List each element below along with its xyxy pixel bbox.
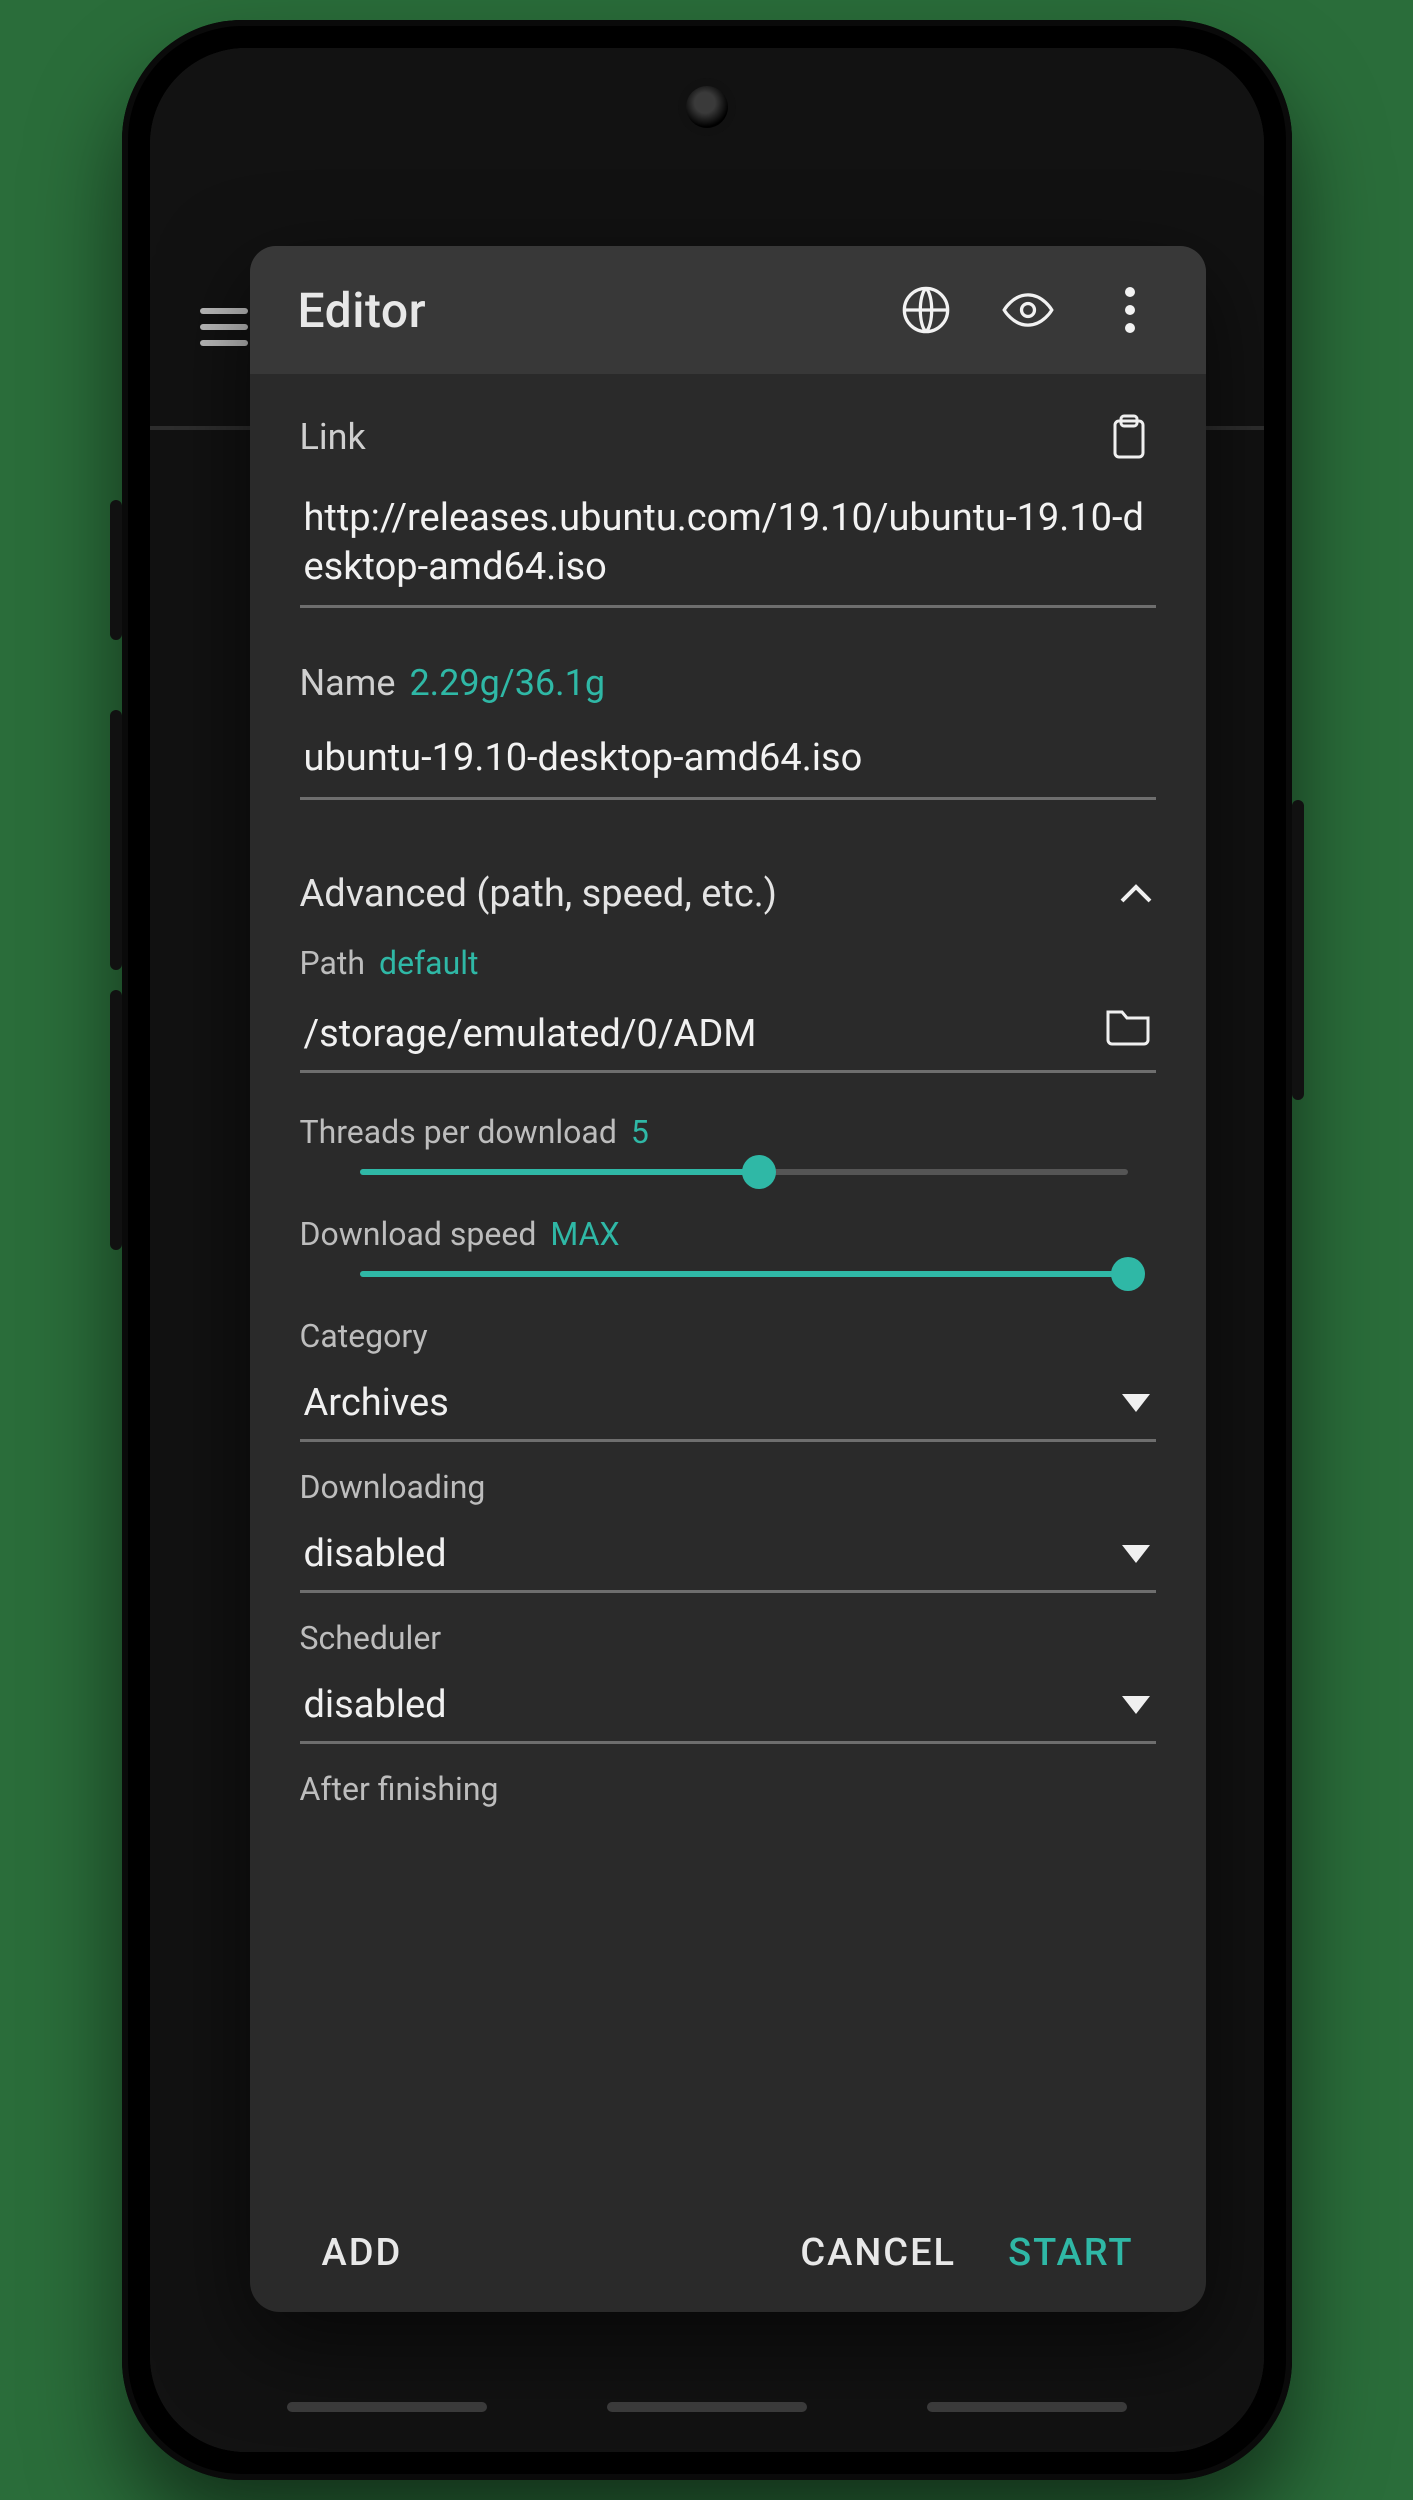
after-label: After finishing	[300, 1770, 1156, 1808]
dialog-title: Editor	[298, 282, 860, 339]
folder-icon[interactable]	[1104, 1002, 1152, 1056]
threads-value: 5	[631, 1113, 649, 1151]
threads-slider[interactable]	[360, 1169, 1128, 1175]
dropdown-caret-icon	[1122, 1545, 1150, 1563]
link-input[interactable]: http://releases.ubuntu.com/19.10/ubuntu-…	[300, 486, 1156, 608]
category-dropdown[interactable]: Archives	[300, 1369, 1156, 1442]
form-body: Link http://releases.ubuntu.com/19.10/ub…	[250, 374, 1206, 2194]
path-hint: default	[379, 944, 478, 982]
globe-icon[interactable]	[890, 274, 962, 346]
dialog-titlebar: Editor	[250, 246, 1206, 374]
scheduler-value: disabled	[304, 1683, 447, 1727]
path-input-row[interactable]: /storage/emulated/0/ADM	[300, 992, 1156, 1073]
downloading-label: Downloading	[300, 1468, 1156, 1506]
speed-label: Download speed MAX	[300, 1215, 1156, 1253]
speed-label-text: Download speed	[300, 1215, 537, 1253]
speed-value: MAX	[550, 1215, 619, 1253]
path-label-text: Path	[300, 944, 366, 982]
clipboard-icon[interactable]	[1102, 410, 1156, 464]
name-label-text: Name	[300, 662, 396, 704]
name-label: Name 2.29g/36.1g	[300, 662, 1156, 704]
downloading-dropdown[interactable]: disabled	[300, 1520, 1156, 1593]
overflow-menu-icon[interactable]	[1094, 274, 1166, 346]
scheduler-dropdown[interactable]: disabled	[300, 1671, 1156, 1744]
gesture-nav-hints	[150, 2402, 1264, 2412]
category-value: Archives	[304, 1381, 449, 1425]
cancel-button[interactable]: CANCEL	[774, 2211, 982, 2295]
eye-icon[interactable]	[992, 274, 1064, 346]
dropdown-caret-icon	[1122, 1696, 1150, 1714]
path-value: /storage/emulated/0/ADM	[304, 1012, 1080, 1056]
threads-label-text: Threads per download	[300, 1113, 617, 1151]
dialog-footer: ADD CANCEL START	[250, 2194, 1206, 2312]
hamburger-icon[interactable]	[200, 308, 248, 346]
screen: Editor Link	[150, 48, 1264, 2452]
advanced-label: Advanced (path, speed, etc.)	[300, 872, 778, 916]
category-label: Category	[300, 1317, 1156, 1355]
start-button[interactable]: START	[982, 2211, 1159, 2295]
downloading-value: disabled	[304, 1532, 447, 1576]
path-label: Path default	[300, 944, 1156, 982]
link-label: Link	[300, 416, 366, 458]
editor-dialog: Editor Link	[250, 246, 1206, 2312]
chevron-up-icon	[1116, 874, 1156, 914]
name-input[interactable]: ubuntu-19.10-desktop-amd64.iso	[300, 726, 1156, 800]
scheduler-label: Scheduler	[300, 1619, 1156, 1657]
threads-label: Threads per download 5	[300, 1113, 1156, 1151]
front-camera	[686, 86, 728, 128]
advanced-toggle[interactable]: Advanced (path, speed, etc.)	[300, 854, 1156, 944]
add-button[interactable]: ADD	[296, 2211, 429, 2295]
dropdown-caret-icon	[1122, 1394, 1150, 1412]
speed-slider[interactable]	[360, 1271, 1128, 1277]
name-size-hint: 2.29g/36.1g	[409, 662, 605, 704]
